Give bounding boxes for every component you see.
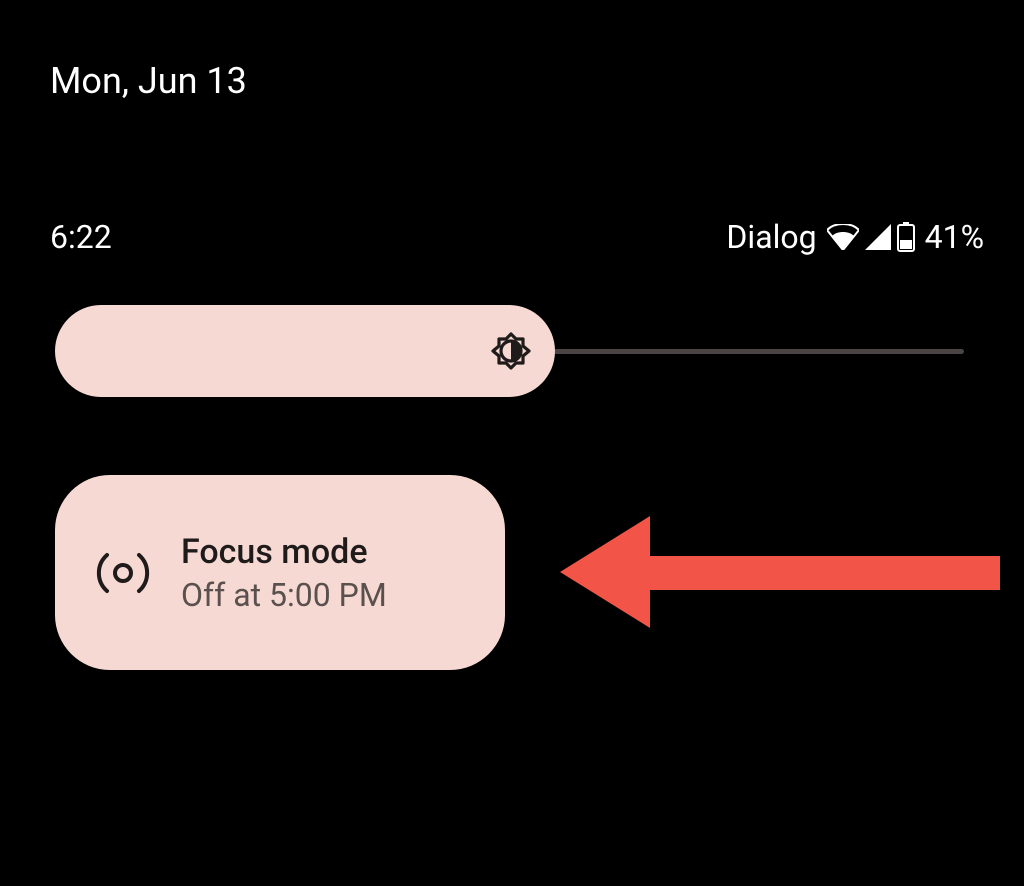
cellular-icon (865, 224, 891, 250)
tile-text: Focus mode Off at 5:00 PM (181, 532, 387, 614)
battery-icon (897, 222, 915, 252)
quick-tile-focus-mode[interactable]: Focus mode Off at 5:00 PM (55, 475, 505, 670)
status-icons (827, 222, 915, 252)
wifi-icon (827, 224, 859, 250)
tile-title: Focus mode (181, 532, 387, 572)
battery-percent: 41% (925, 218, 984, 256)
carrier-label: Dialog (726, 218, 816, 256)
brightness-icon (487, 327, 535, 375)
status-bar: 6:22 Dialog 41% (50, 218, 984, 256)
annotation-arrow-icon (560, 516, 1000, 628)
tile-subtitle: Off at 5:00 PM (181, 576, 387, 614)
brightness-slider-thumb[interactable] (55, 305, 555, 397)
date-header: Mon, Jun 13 (50, 60, 247, 102)
status-right-cluster: Dialog 41% (726, 218, 984, 256)
focus-mode-icon (95, 545, 151, 601)
status-time: 6:22 (50, 218, 112, 256)
